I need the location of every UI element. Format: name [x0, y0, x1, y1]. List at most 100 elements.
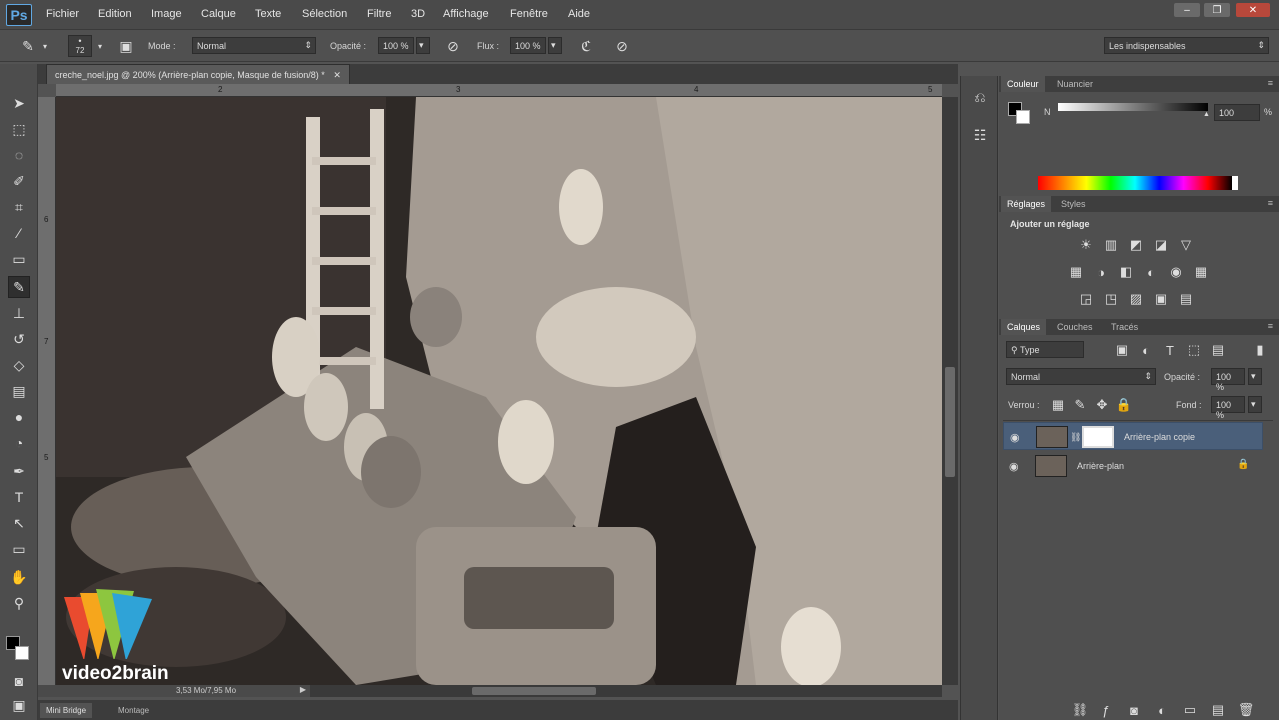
blend-mode-select[interactable]: Normal ⇕	[1006, 368, 1156, 385]
levels-icon[interactable]: ▥	[1103, 237, 1119, 253]
layer-mask-thumbnail[interactable]	[1082, 426, 1114, 448]
menu-fenetre[interactable]: Fenêtre	[510, 8, 548, 20]
new-adjustment-icon[interactable]: ◐	[1154, 702, 1170, 718]
filter-toggle-icon[interactable]: ▮	[1252, 342, 1268, 358]
layer-opacity-input[interactable]: 100 %	[1211, 368, 1245, 392]
clone-stamp-tool-icon[interactable]: ⊥	[8, 302, 30, 324]
color-value-input[interactable]: 100	[1214, 104, 1260, 121]
close-tab-icon[interactable]: ✕	[333, 70, 341, 80]
link-icon[interactable]: ⛓	[1070, 432, 1081, 443]
filter-pixel-icon[interactable]: ▣	[1114, 342, 1130, 358]
menu-texte[interactable]: Texte	[255, 8, 281, 20]
brush-panel-icon[interactable]: ▣	[116, 36, 136, 56]
eyedropper-tool-icon[interactable]: ⁄	[8, 222, 30, 244]
link-layers-icon[interactable]: ⛓	[1072, 702, 1089, 718]
flow-input[interactable]: 100 %	[510, 37, 546, 54]
tool-preset-dropdown-icon[interactable]: ▾	[40, 36, 50, 56]
pen-tool-icon[interactable]: ✒	[8, 460, 30, 482]
document-tab[interactable]: creche_noel.jpg @ 200% (Arrière-plan cop…	[46, 64, 350, 84]
exposure-icon[interactable]: ◪	[1153, 237, 1169, 253]
horizontal-scroll-thumb[interactable]	[472, 687, 596, 695]
posterize-icon[interactable]: ◳	[1103, 291, 1119, 307]
tab-reglages[interactable]: Réglages	[1001, 196, 1052, 212]
layer-opacity-dropdown-icon[interactable]: ▾	[1248, 368, 1262, 385]
minimize-icon[interactable]: –	[1174, 3, 1200, 17]
filter-smart-object-icon[interactable]: ▤	[1210, 342, 1226, 358]
screen-mode-icon[interactable]: ▣	[8, 694, 30, 716]
layer-fill-input[interactable]: 100 %	[1211, 396, 1245, 420]
filter-shape-icon[interactable]: ⬚	[1186, 342, 1202, 358]
properties-panel-icon[interactable]: ☷	[969, 124, 991, 146]
layer-row[interactable]: ◉ ⛓ Arrière-plan copie	[1003, 422, 1263, 450]
eraser-tool-icon[interactable]: ◇	[8, 354, 30, 376]
restore-icon[interactable]: ❐	[1204, 3, 1230, 17]
curves-icon[interactable]: ◩	[1128, 237, 1144, 253]
color-balance-icon[interactable]: ◧	[1118, 264, 1134, 280]
panel-menu-icon[interactable]: ≡	[1268, 321, 1273, 331]
menu-aide[interactable]: Aide	[568, 8, 590, 20]
rectangle-tool-icon[interactable]: ▭	[8, 538, 30, 560]
filter-type-icon[interactable]: T	[1162, 342, 1178, 358]
hand-tool-icon[interactable]: ✋	[8, 566, 30, 588]
pressure-size-icon[interactable]: ⊘	[612, 36, 632, 56]
background-color-swatch[interactable]	[15, 646, 29, 660]
flow-dropdown-icon[interactable]: ▾	[548, 37, 562, 54]
tab-calques[interactable]: Calques	[1001, 319, 1047, 335]
move-tool-icon[interactable]: ➤	[8, 92, 30, 114]
selective-color-icon[interactable]: ▣	[1153, 291, 1169, 307]
menu-calque[interactable]: Calque	[201, 8, 236, 20]
color-ramp[interactable]	[1038, 176, 1238, 190]
opacity-dropdown-icon[interactable]: ▾	[416, 37, 430, 54]
vibrance-icon[interactable]: ▦	[1068, 264, 1084, 280]
document-canvas[interactable]: video2brain	[56, 97, 942, 685]
tab-styles[interactable]: Styles	[1055, 196, 1092, 212]
gradient-triangle-icon[interactable]: ▽	[1178, 237, 1194, 253]
threshold-icon[interactable]: ▨	[1128, 291, 1144, 307]
healing-brush-tool-icon[interactable]: ▭	[8, 248, 30, 270]
layer-fill-dropdown-icon[interactable]: ▾	[1248, 396, 1262, 413]
vertical-scroll-thumb[interactable]	[945, 367, 955, 477]
pressure-opacity-icon[interactable]: ⊘	[443, 36, 463, 56]
photo-filter-icon[interactable]: ◉	[1168, 264, 1184, 280]
layer-filter-select[interactable]: ⚲ Type	[1006, 341, 1084, 358]
tab-montage[interactable]: Montage	[112, 703, 155, 718]
gradient-tool-icon[interactable]: ▤	[8, 380, 30, 402]
menu-fichier[interactable]: Fichier	[46, 8, 79, 20]
slider-triangle-icon[interactable]: ▲	[1203, 111, 1210, 118]
channel-mixer-icon[interactable]: ▦	[1193, 264, 1209, 280]
menu-affichage[interactable]: Affichage	[443, 8, 489, 20]
menu-selection[interactable]: Sélection	[302, 8, 347, 20]
hue-saturation-icon[interactable]: ◑	[1093, 264, 1109, 280]
gradient-map-icon[interactable]: ▤	[1178, 291, 1194, 307]
marquee-tool-icon[interactable]: ⬚	[8, 118, 30, 140]
layer-style-icon[interactable]: ƒ	[1098, 702, 1114, 718]
menu-image[interactable]: Image	[151, 8, 182, 20]
grayscale-slider-track[interactable]	[1058, 103, 1208, 111]
opacity-input[interactable]: 100 %	[378, 37, 414, 54]
tab-couleur[interactable]: Couleur	[1001, 76, 1045, 92]
lasso-tool-icon[interactable]: ◌	[8, 144, 30, 166]
menu-edition[interactable]: Edition	[98, 8, 132, 20]
lock-position-icon[interactable]: ✥	[1094, 397, 1110, 413]
filter-adjustment-icon[interactable]: ◐	[1138, 342, 1154, 358]
tab-mini-bridge[interactable]: Mini Bridge	[40, 703, 93, 718]
background-color-swatch[interactable]	[1016, 110, 1030, 124]
workspace-select[interactable]: Les indispensables ⇕	[1104, 37, 1269, 54]
panel-menu-icon[interactable]: ≡	[1268, 78, 1273, 88]
menu-3d[interactable]: 3D	[411, 8, 425, 20]
tab-traces[interactable]: Tracés	[1105, 319, 1144, 335]
black-white-icon[interactable]: ◐	[1143, 264, 1159, 280]
blur-tool-icon[interactable]: ●	[8, 406, 30, 428]
path-selection-tool-icon[interactable]: ↖	[8, 512, 30, 534]
visibility-eye-icon[interactable]: ◉	[1009, 460, 1019, 473]
quick-mask-icon[interactable]: ◙	[8, 670, 30, 692]
new-layer-icon[interactable]: ▤	[1210, 702, 1226, 718]
invert-icon[interactable]: ◲	[1078, 291, 1094, 307]
trash-icon[interactable]: 🗑	[1238, 702, 1255, 718]
crop-tool-icon[interactable]: ⌗	[8, 196, 30, 218]
airbrush-icon[interactable]: ℭ	[576, 36, 596, 56]
brush-picker-dropdown-icon[interactable]: ▾	[95, 36, 105, 56]
lock-all-icon[interactable]: 🔒	[1116, 397, 1132, 413]
add-mask-icon[interactable]: ◙	[1126, 702, 1142, 718]
type-tool-icon[interactable]: T	[8, 486, 30, 508]
